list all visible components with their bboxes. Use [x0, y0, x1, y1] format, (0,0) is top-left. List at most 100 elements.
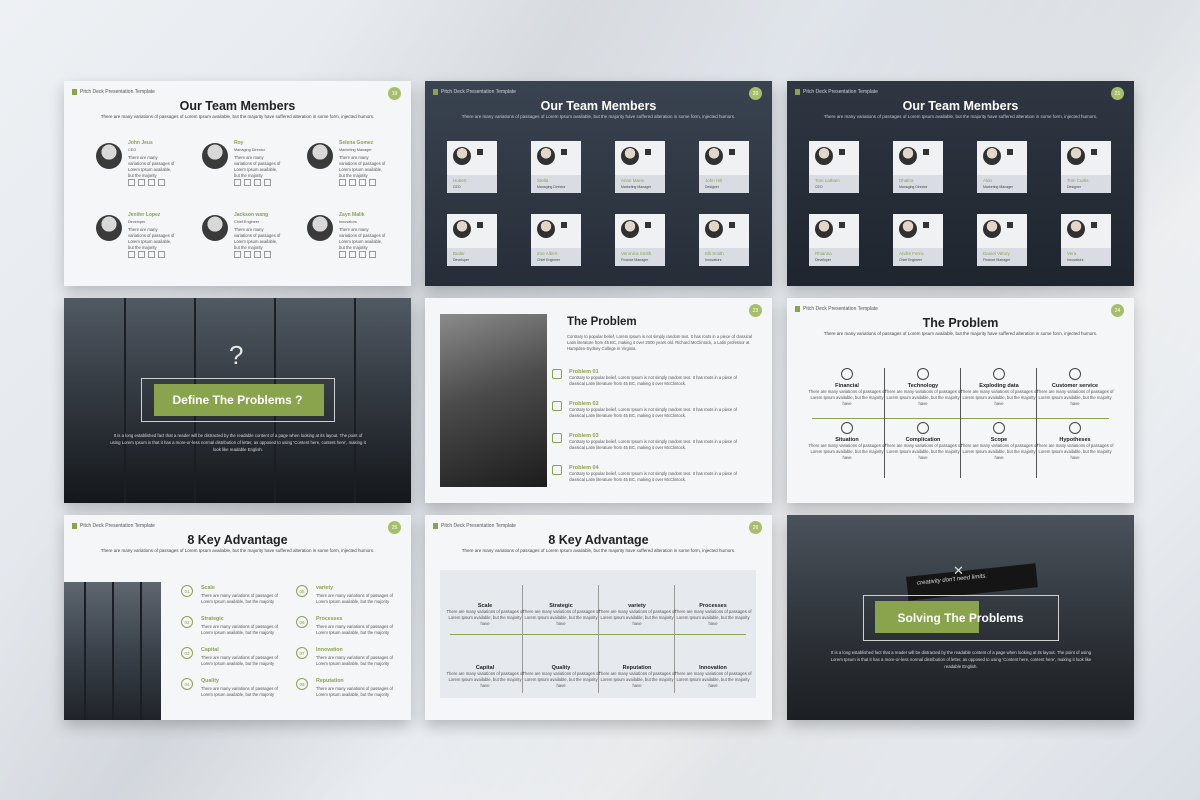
brand: Pitch Deck Presentation Template: [433, 523, 516, 529]
grid-cell: variety There are many variations of pass…: [597, 603, 677, 627]
cell-desc: There are many variations of passages of…: [446, 609, 524, 626]
qr-icon: [729, 149, 735, 155]
twitter-icon[interactable]: [359, 251, 366, 258]
member-role: CEO: [815, 185, 823, 189]
brand: Pitch Deck Presentation Template: [72, 523, 155, 529]
facebook-icon[interactable]: [128, 251, 135, 258]
avatar: [815, 147, 833, 165]
advantage-heading: Processes: [316, 616, 343, 622]
cell-desc: There are many variations of passages of…: [598, 609, 676, 626]
slide-subtitle: There are many variations of passages of…: [100, 114, 375, 119]
qr-icon: [477, 149, 483, 155]
grid-cell: Scale There are many variations of passag…: [445, 603, 525, 627]
instagram-icon[interactable]: [349, 179, 356, 186]
twitter-icon[interactable]: [148, 179, 155, 186]
qr-icon: [477, 222, 483, 228]
slide-the-problem-grid[interactable]: Pitch Deck Presentation Template 24 The …: [787, 298, 1134, 503]
advantage-number: 03: [181, 647, 193, 659]
slide-team-members-light[interactable]: Pitch Deck Presentation Template 19 Our …: [64, 81, 411, 286]
cell-icon: [993, 422, 1005, 434]
qr-icon: [1091, 149, 1097, 155]
slide-key-advantage-1[interactable]: Pitch Deck Presentation Template 25 8 Ke…: [64, 515, 411, 720]
member-role: Finance Manager: [621, 258, 649, 262]
advantage-desc: There are many variations of passages of…: [201, 593, 279, 604]
advantage-heading: Strategic: [201, 616, 224, 622]
slide-title: Solving The Problems: [897, 611, 1024, 625]
brand-logo-icon: [72, 523, 77, 529]
advantage-number: 05: [296, 585, 308, 597]
instagram-icon[interactable]: [244, 179, 251, 186]
qr-icon: [923, 149, 929, 155]
avatar: [96, 215, 122, 241]
qr-icon: [729, 222, 735, 228]
instagram-icon[interactable]: [138, 179, 145, 186]
problem-desc: Contrary to popular belief, Lorem Ipsum …: [569, 471, 738, 482]
team-card: Stella Managing Director: [531, 141, 581, 193]
facebook-icon[interactable]: [128, 179, 135, 186]
slide-solving-problems[interactable]: creativity don't need limits. ✕ Solving …: [787, 515, 1134, 720]
slide-title: 8 Key Advantage: [548, 533, 649, 547]
member-role: Managing Director: [537, 185, 566, 189]
member-role: Developer: [453, 258, 469, 262]
avatar: [705, 220, 723, 238]
member-role: Developer: [815, 258, 831, 262]
avatar: [621, 220, 639, 238]
qr-icon: [839, 149, 845, 155]
advantage-heading: Innovation: [316, 647, 343, 653]
team-card: Andre Ferris Chief Engineer: [893, 214, 943, 266]
twitter-icon[interactable]: [254, 179, 261, 186]
grid-cell: Situation There are many variations of pa…: [807, 422, 887, 461]
team-card: Tom Latham CEO: [809, 141, 859, 193]
instagram-icon[interactable]: [138, 251, 145, 258]
intro-text: Contrary to popular belief, Lorem Ipsum …: [567, 334, 753, 351]
advantage-desc: There are many variations of passages of…: [316, 624, 394, 635]
brand-logo-icon: [433, 89, 438, 95]
facebook-icon[interactable]: [234, 251, 241, 258]
member-name: Zoe Albert: [537, 251, 558, 256]
qr-icon: [264, 251, 271, 258]
avatar: [705, 147, 723, 165]
cell-icon: [841, 368, 853, 380]
page-number: 23: [749, 304, 762, 317]
facebook-icon[interactable]: [339, 251, 346, 258]
twitter-icon[interactable]: [254, 251, 261, 258]
instagram-icon[interactable]: [244, 251, 251, 258]
slide-subtitle: There are many variations of passages of…: [823, 114, 1098, 119]
qr-icon: [1007, 149, 1013, 155]
grid-cell: Scope There are many variations of passag…: [959, 422, 1039, 461]
grid-cell: Technology There are many variations of p…: [883, 368, 963, 407]
brand: Pitch Deck Presentation Template: [433, 89, 516, 95]
instagram-icon[interactable]: [349, 251, 356, 258]
slide-team-members-dark-2[interactable]: Pitch Deck Presentation Template 21 Our …: [787, 81, 1134, 286]
facebook-icon[interactable]: [339, 179, 346, 186]
brand-logo-icon: [795, 89, 800, 95]
cell-desc: There are many variations of passages of…: [808, 443, 886, 460]
avatar: [983, 147, 1001, 165]
twitter-icon[interactable]: [359, 179, 366, 186]
avatar: [537, 147, 555, 165]
problem-item: Problem 01 Contrary to popular belief, Lo…: [552, 369, 754, 387]
cell-desc: There are many variations of passages of…: [884, 389, 962, 406]
slide-title: The Problem: [567, 316, 637, 328]
facebook-icon[interactable]: [234, 179, 241, 186]
slide-define-problems[interactable]: ? Define The Problems ? It is a long est…: [64, 298, 411, 503]
member-role: Finance Manager: [983, 258, 1011, 262]
brand: Pitch Deck Presentation Template: [795, 89, 878, 95]
advantage-heading: Scale: [201, 585, 215, 591]
qr-icon: [369, 179, 376, 186]
advantage-number: 01: [181, 585, 193, 597]
avatar: [453, 220, 471, 238]
slide-key-advantage-2[interactable]: Pitch Deck Presentation Template 26 8 Ke…: [425, 515, 772, 720]
member-role: Designer: [705, 185, 720, 189]
member-name: Tom Curtis: [1067, 178, 1089, 183]
slide-body: It is a long established fact that a rea…: [110, 433, 366, 452]
team-card: Veronica Smith Finance Manager: [615, 214, 665, 266]
member-role: Managing Director: [899, 185, 928, 189]
slide-team-members-dark-1[interactable]: Pitch Deck Presentation Template 20 Our …: [425, 81, 772, 286]
cell-desc: There are many variations of passages of…: [960, 389, 1038, 406]
twitter-icon[interactable]: [148, 251, 155, 258]
problem-item: Problem 03 Contrary to popular belief, Lo…: [552, 433, 754, 451]
member-role: Marketing Manager: [983, 185, 1014, 189]
slide-the-problem-photo[interactable]: 23 The Problem Contrary to popular belie…: [425, 298, 772, 503]
member-role: Chief Engineer: [899, 258, 923, 262]
